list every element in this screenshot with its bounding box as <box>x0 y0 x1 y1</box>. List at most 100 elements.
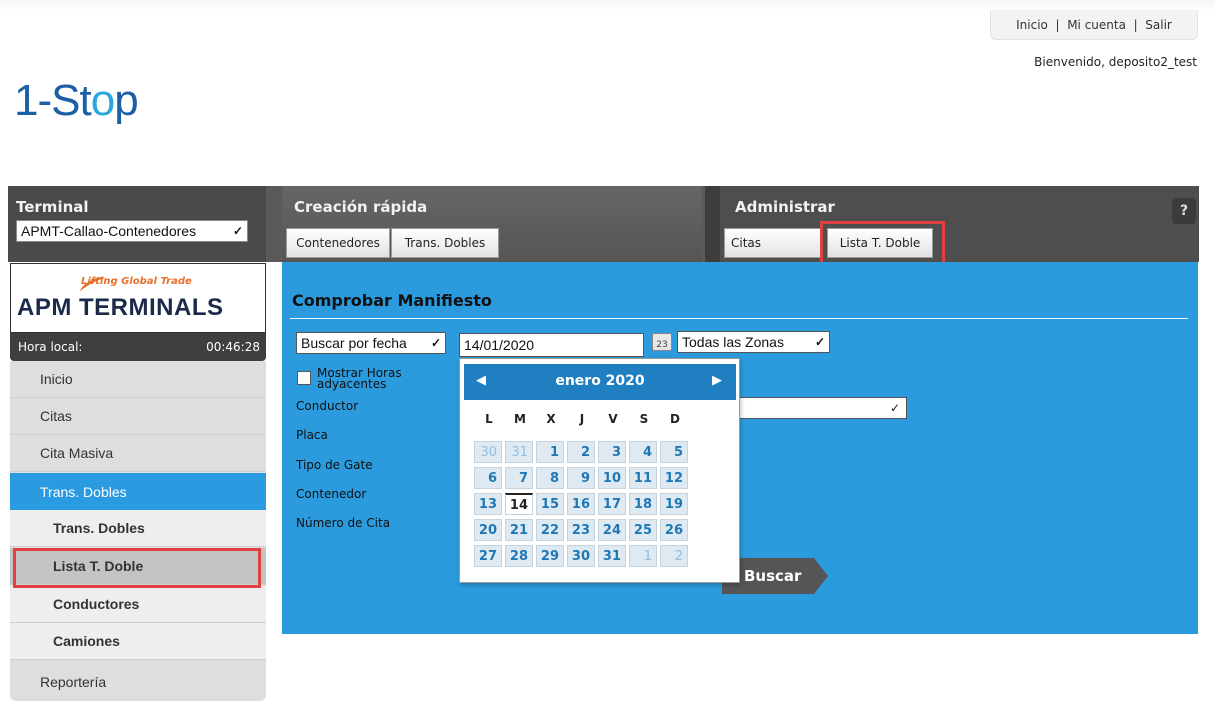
link-separator: | <box>1125 17 1146 32</box>
search-mode-value: Buscar por fecha <box>301 335 407 351</box>
calendar-day[interactable]: 2 <box>660 545 688 567</box>
sidebar-item-cita-masiva[interactable]: Cita Masiva <box>10 435 266 472</box>
sidebar-item-citas[interactable]: Citas <box>10 398 266 435</box>
welcome-text: Bienvenido, deposito2_test <box>1034 55 1197 69</box>
calendar-day[interactable]: 19 <box>660 493 688 515</box>
onestop-logo[interactable]: 1-Stop <box>14 76 139 126</box>
terminal-select[interactable]: APMT-Callao-Contenedores ✓ <box>16 220 248 242</box>
calendar-day[interactable]: 1 <box>536 441 564 463</box>
adjacent-hours-label: Mostrar Horas adyacentes <box>317 366 402 391</box>
clock-label: Hora local: <box>18 340 83 354</box>
weekday-label: S <box>639 412 649 426</box>
chevron-down-icon: ✓ <box>232 224 243 238</box>
calendar-day[interactable]: 11 <box>629 467 657 489</box>
creacion-rapida-title: Creación rápida <box>294 198 428 216</box>
weekday-label: X <box>546 412 556 426</box>
calendar-day[interactable]: 29 <box>536 545 564 567</box>
terminal-title: Terminal <box>16 198 89 216</box>
tab-trans-dobles[interactable]: Trans. Dobles <box>391 228 499 258</box>
adjacent-hours-checkbox[interactable] <box>297 371 311 385</box>
calendar-icon[interactable]: 23 <box>652 333 672 351</box>
help-icon[interactable]: ? <box>1172 198 1196 224</box>
calendar-day[interactable]: 17 <box>598 493 626 515</box>
clock-value: 00:46:28 <box>206 340 260 354</box>
zone-select-value: Todas las Zonas <box>682 334 784 350</box>
calendar-day[interactable]: 30 <box>567 545 595 567</box>
weekday-label: D <box>670 412 680 426</box>
logo-text-part: o <box>90 76 116 125</box>
calendar-day[interactable]: 13 <box>474 493 502 515</box>
link-salir[interactable]: Salir <box>1145 18 1172 32</box>
sidebar-subitem-trans-dobles[interactable]: Trans. Dobles <box>10 510 266 547</box>
logo-text-part: p <box>114 76 139 125</box>
label-contenedor: Contenedor <box>296 487 367 501</box>
calendar-day[interactable]: 8 <box>536 467 564 489</box>
search-button-arrow <box>814 558 828 594</box>
link-mi-cuenta[interactable]: Mi cuenta <box>1067 18 1126 32</box>
calendar-day[interactable]: 7 <box>505 467 533 489</box>
apm-terminals-logo: Lifting Global Trade APM TERMINALS <box>10 263 266 333</box>
calendar-day[interactable]: 20 <box>474 519 502 541</box>
calendar-day[interactable]: 26 <box>660 519 688 541</box>
calendar-day[interactable]: 31 <box>598 545 626 567</box>
date-picker-header: ◀ enero 2020 ▶ <box>464 364 736 400</box>
chevron-down-icon: ✓ <box>430 336 441 350</box>
label-tipo-de-gate: Tipo de Gate <box>296 458 373 472</box>
calendar-day[interactable]: 27 <box>474 545 502 567</box>
sidebar-menu: Inicio Citas Cita Masiva Trans. Dobles T… <box>10 361 266 701</box>
month-label: enero 2020 <box>555 373 645 389</box>
terminal-select-value: APMT-Callao-Contenedores <box>21 223 197 239</box>
sidebar-item-reporteria[interactable]: Reportería <box>10 663 266 700</box>
date-picker: ◀ enero 2020 ▶ LMXJVSD 30 31 1 2 3 4 5 6 7 8 9 10 11… <box>459 358 740 583</box>
calendar-day[interactable]: 16 <box>567 493 595 515</box>
sidebar-item-inicio[interactable]: Inicio <box>10 361 266 398</box>
calendar-day[interactable]: 5 <box>660 441 688 463</box>
weekday-label: M <box>514 412 526 426</box>
page-title: Comprobar Manifiesto <box>292 291 492 310</box>
label-numero-de-cita: Número de Cita <box>296 516 391 530</box>
local-clock: Hora local: 00:46:28 <box>10 333 266 361</box>
calendar-day[interactable]: 28 <box>505 545 533 567</box>
calendar-day[interactable]: 22 <box>536 519 564 541</box>
logo-text-part: 1-St <box>14 76 92 125</box>
calendar-day[interactable]: 1 <box>629 545 657 567</box>
label-conductor: Conductor <box>296 399 359 413</box>
calendar-day[interactable]: 4 <box>629 441 657 463</box>
tab-citas[interactable]: Citas <box>724 228 822 258</box>
title-divider <box>290 318 1188 319</box>
weekday-label: L <box>485 412 493 426</box>
calendar-day[interactable]: 30 <box>474 441 502 463</box>
top-strip <box>0 0 1215 10</box>
calendar-day[interactable]: 23 <box>567 519 595 541</box>
calendar-day[interactable]: 3 <box>598 441 626 463</box>
calendar-day[interactable]: 6 <box>474 467 502 489</box>
calendar-day[interactable]: 2 <box>567 441 595 463</box>
calendar-day[interactable]: 24 <box>598 519 626 541</box>
calendar-day[interactable]: 9 <box>567 467 595 489</box>
chevron-down-icon: ✓ <box>814 335 825 349</box>
brand-tagline: Lifting Global Trade <box>81 276 192 287</box>
link-inicio[interactable]: Inicio <box>1016 18 1048 32</box>
tab-contenedores[interactable]: Contenedores <box>286 228 390 258</box>
page: Inicio | Mi cuenta | Salir Bienvenido, d… <box>0 0 1215 702</box>
date-field[interactable]: 14/01/2020 <box>459 333 644 357</box>
conductor-select[interactable]: ✓ <box>733 397 907 419</box>
link-separator: | <box>1047 17 1068 32</box>
sidebar-subitem-conductores[interactable]: Conductores <box>10 586 266 623</box>
sidebar-subitem-camiones[interactable]: Camiones <box>10 623 266 660</box>
search-mode-select[interactable]: Buscar por fecha ✓ <box>296 332 446 354</box>
calendar-day[interactable]: 10 <box>598 467 626 489</box>
brand-name: APM TERMINALS <box>17 294 224 321</box>
calendar-day[interactable]: 25 <box>629 519 657 541</box>
calendar-day[interactable]: 12 <box>660 467 688 489</box>
calendar-day[interactable]: 18 <box>629 493 657 515</box>
next-month-icon[interactable]: ▶ <box>712 373 722 388</box>
calendar-day[interactable]: 15 <box>536 493 564 515</box>
calendar-day[interactable]: 21 <box>505 519 533 541</box>
highlight-sidebar-lista-t-doble <box>13 548 261 588</box>
sidebar-item-trans-dobles[interactable]: Trans. Dobles <box>10 473 266 510</box>
zone-select[interactable]: Todas las Zonas ✓ <box>677 331 830 353</box>
calendar-day[interactable]: 31 <box>505 441 533 463</box>
chevron-down-icon: ✓ <box>889 401 900 415</box>
calendar-day[interactable]: 14 <box>505 493 533 515</box>
